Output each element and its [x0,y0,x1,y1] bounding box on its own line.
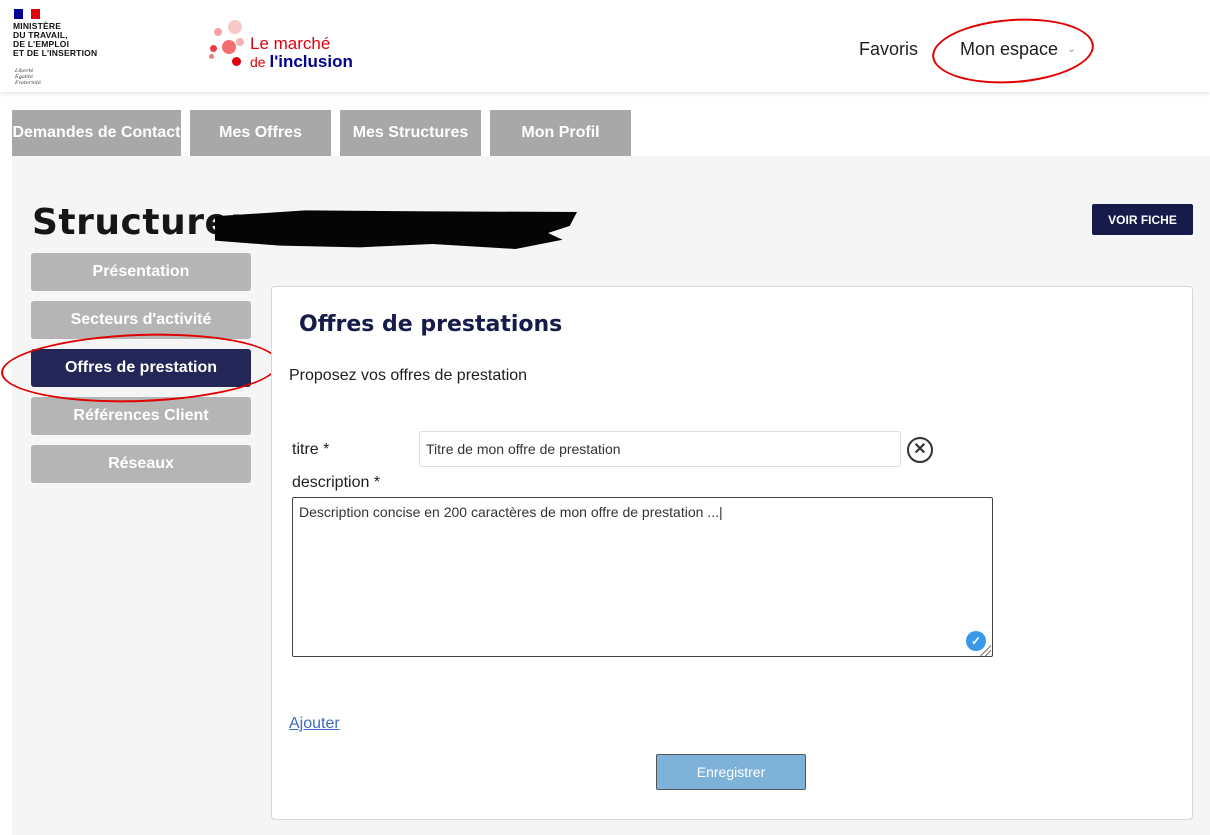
tab-demandes-de-contact[interactable]: Demandes de Contact [12,110,181,156]
sidebar-item-presentation[interactable]: Présentation [31,253,251,291]
brand-name-line2: de l'inclusion [250,52,353,72]
description-label: description * [292,474,381,491]
voir-fiche-button[interactable]: VOIR FICHE [1092,204,1193,235]
brand-name-bold: l'inclusion [269,52,353,71]
description-textarea[interactable]: Description concise en 200 caractères de… [292,497,993,657]
titre-input[interactable] [419,431,901,467]
tab-mes-offres[interactable]: Mes Offres [190,110,331,156]
clear-icon[interactable]: ✕ [907,437,933,463]
sidebar-item-offres-de-prestation[interactable]: Offres de prestation [31,349,251,387]
nav-favoris[interactable]: Favoris [859,39,918,60]
ministere-logo-text: MINISTÈRE DU TRAVAIL, DE L'EMPLOI ET DE … [13,21,98,58]
brand-name-prefix: de [250,54,270,70]
nav-mon-espace[interactable]: Mon espace [960,39,1058,60]
form-subtitle: Proposez vos offres de prestation [289,367,528,384]
site-header: MINISTÈRE DU TRAVAIL, DE L'EMPLOI ET DE … [0,0,1210,92]
resize-grip-icon[interactable] [980,645,991,656]
brand-name-line1: Le marché [250,34,331,53]
page-title: Structure: [32,202,245,243]
devise-text: Liberté Égalité Fraternité [15,68,41,86]
chevron-down-icon[interactable]: ⌄ [1067,42,1076,55]
marche-inclusion-logo-icon [206,18,256,74]
enregistrer-button[interactable]: Enregistrer [656,754,806,790]
ajouter-link[interactable]: Ajouter [289,715,340,733]
tab-mon-profil[interactable]: Mon Profil [490,110,631,156]
form-title: Offres de prestations [299,312,563,337]
sidebar-item-reseaux[interactable]: Réseaux [31,445,251,483]
titre-label: titre * [292,441,330,458]
redacted-structure-name [215,210,577,249]
tab-mes-structures[interactable]: Mes Structures [340,110,481,156]
sidebar-item-references-client[interactable]: Références Client [31,397,251,435]
french-flag-icon [14,9,41,19]
sidebar-item-secteurs-activite[interactable]: Secteurs d'activité [31,301,251,339]
